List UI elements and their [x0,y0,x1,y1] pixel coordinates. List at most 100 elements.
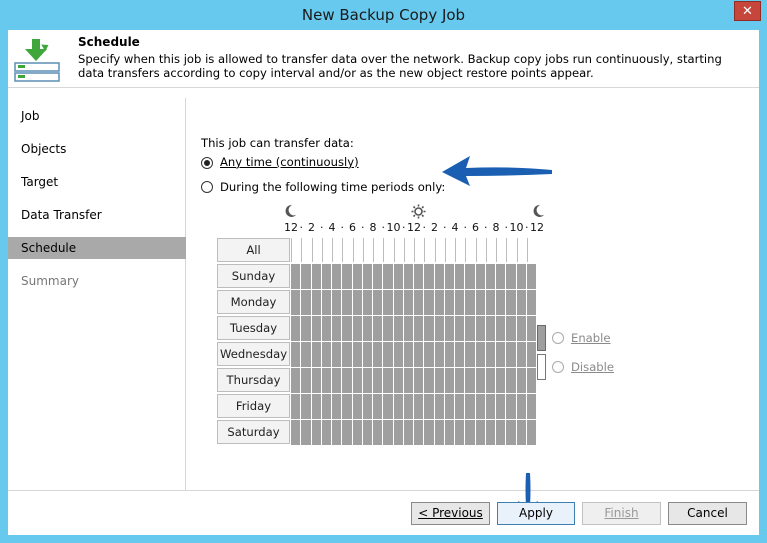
hour-column-header[interactable] [414,238,425,262]
schedule-cell[interactable] [485,342,496,367]
schedule-cell[interactable] [311,290,322,315]
schedule-cell[interactable] [321,290,332,315]
schedule-cell[interactable] [291,420,302,445]
schedule-cell[interactable] [403,420,414,445]
schedule-cell[interactable] [496,342,507,367]
hour-column-header[interactable] [444,238,455,262]
schedule-cell[interactable] [465,264,476,289]
schedule-cell[interactable] [455,420,466,445]
day-label-thursday[interactable]: Thursday [217,368,290,392]
schedule-cell[interactable] [321,342,332,367]
schedule-cell[interactable] [506,264,517,289]
schedule-cell[interactable] [393,316,404,341]
hour-column-header[interactable] [311,238,322,262]
schedule-cell[interactable] [434,264,445,289]
schedule-cell[interactable] [475,342,486,367]
hour-column-header[interactable] [342,238,353,262]
schedule-cell[interactable] [455,368,466,393]
hour-column-header[interactable] [332,238,343,262]
schedule-cell[interactable] [291,368,302,393]
schedule-cell[interactable] [475,394,486,419]
schedule-cell[interactable] [301,420,312,445]
schedule-cell[interactable] [444,316,455,341]
schedule-cell[interactable] [414,264,425,289]
schedule-cell[interactable] [424,394,435,419]
hour-column-header[interactable] [465,238,476,262]
schedule-cell[interactable] [444,264,455,289]
schedule-cell[interactable] [465,316,476,341]
schedule-cell[interactable] [332,368,343,393]
schedule-cell[interactable] [485,264,496,289]
day-label-wednesday[interactable]: Wednesday [217,342,290,366]
sidebar-item-objects[interactable]: Objects [8,138,186,160]
cancel-button[interactable]: Cancel [668,502,747,525]
schedule-cell[interactable] [526,394,537,419]
schedule-cell[interactable] [526,420,537,445]
day-label-sunday[interactable]: Sunday [217,264,290,288]
schedule-cell[interactable] [342,368,353,393]
schedule-cell[interactable] [465,290,476,315]
schedule-cell[interactable] [321,394,332,419]
schedule-cell[interactable] [373,316,384,341]
schedule-cell[interactable] [373,368,384,393]
schedule-cell[interactable] [291,290,302,315]
sidebar-item-target[interactable]: Target [8,171,186,193]
day-label-monday[interactable]: Monday [217,290,290,314]
hour-column-header[interactable] [434,238,445,262]
schedule-cell[interactable] [496,420,507,445]
schedule-cell[interactable] [526,290,537,315]
apply-button[interactable]: Apply [497,502,575,525]
title-bar[interactable]: New Backup Copy Job ✕ [0,0,767,30]
schedule-cell[interactable] [342,264,353,289]
close-button[interactable]: ✕ [734,1,761,21]
schedule-cell[interactable] [311,264,322,289]
schedule-cell[interactable] [301,368,312,393]
schedule-cell[interactable] [291,316,302,341]
schedule-cell[interactable] [434,316,445,341]
schedule-cell[interactable] [475,316,486,341]
schedule-cell[interactable] [321,368,332,393]
schedule-cell[interactable] [475,420,486,445]
any-time-radio[interactable] [201,157,213,169]
hour-column-header[interactable] [362,238,373,262]
schedule-cell[interactable] [383,420,394,445]
schedule-cell[interactable] [444,420,455,445]
schedule-cell[interactable] [424,420,435,445]
schedule-cell[interactable] [526,368,537,393]
schedule-cell[interactable] [362,368,373,393]
hour-column-header[interactable] [516,238,527,262]
schedule-cell[interactable] [455,342,466,367]
time-periods-radio[interactable] [201,181,213,193]
schedule-cell[interactable] [291,394,302,419]
schedule-cell[interactable] [373,394,384,419]
all-days-button[interactable]: All [217,238,290,262]
schedule-cell[interactable] [455,264,466,289]
schedule-cell[interactable] [383,342,394,367]
schedule-cell[interactable] [321,420,332,445]
schedule-cell[interactable] [352,368,363,393]
schedule-cell[interactable] [362,316,373,341]
schedule-cell[interactable] [516,394,527,419]
schedule-cell[interactable] [444,394,455,419]
schedule-cell[interactable] [444,368,455,393]
schedule-cell[interactable] [414,420,425,445]
schedule-cell[interactable] [516,420,527,445]
schedule-cell[interactable] [444,342,455,367]
schedule-cell[interactable] [352,264,363,289]
schedule-cell[interactable] [321,316,332,341]
schedule-cell[interactable] [434,394,445,419]
schedule-cell[interactable] [424,342,435,367]
schedule-cell[interactable] [506,290,517,315]
schedule-cell[interactable] [291,342,302,367]
hour-column-header[interactable] [291,238,302,262]
schedule-cell[interactable] [321,264,332,289]
schedule-cell[interactable] [526,316,537,341]
schedule-cell[interactable] [342,394,353,419]
schedule-cell[interactable] [516,264,527,289]
schedule-cell[interactable] [526,264,537,289]
schedule-cell[interactable] [352,290,363,315]
schedule-cell[interactable] [311,420,322,445]
schedule-cell[interactable] [485,394,496,419]
schedule-cell[interactable] [455,290,466,315]
schedule-cell[interactable] [403,290,414,315]
